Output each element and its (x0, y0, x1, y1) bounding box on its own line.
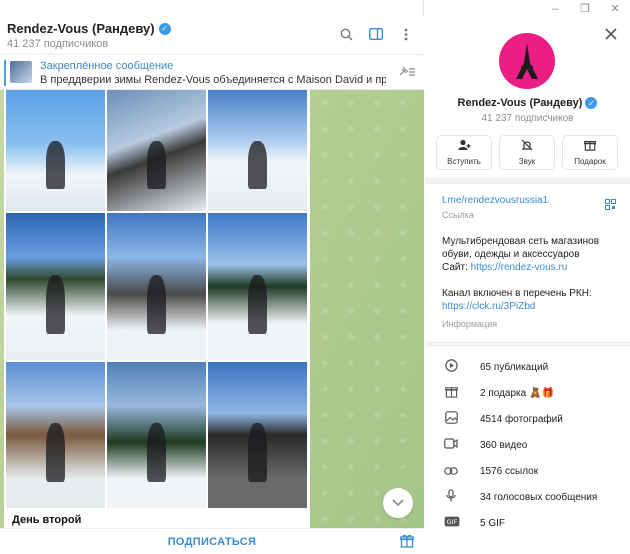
chat-background: День второй (0, 90, 424, 528)
more-icon[interactable] (398, 26, 414, 42)
media-row-label: 5 GIF (480, 517, 506, 529)
info-label: Информация (442, 319, 498, 329)
album-photo[interactable] (208, 213, 307, 360)
media-row-links[interactable]: 1576 ссылок (425, 458, 630, 484)
gift-button[interactable]: Подарок (562, 135, 618, 170)
media-row-photos[interactable]: 4514 фотографий (425, 406, 630, 432)
channel-description: Мультибрендовая сеть магазинов обуви, од… (442, 235, 622, 313)
media-row-videos[interactable]: 360 видео (425, 432, 630, 458)
window-close-button[interactable]: ✕ (600, 0, 630, 17)
profile-info-card: t.me/rendezvousrussia1 Ссылка Мультибрен… (425, 184, 630, 341)
media-row-label: 2 подарка 🧸🎁 (480, 387, 554, 399)
media-row-posts[interactable]: 65 публикаций (425, 354, 630, 380)
media-row-label: 34 голосовых сообщения (480, 491, 598, 503)
pin-list-icon[interactable] (398, 65, 416, 80)
album-photo[interactable] (6, 90, 105, 211)
qr-code-icon[interactable] (605, 199, 616, 213)
verified-icon: ✓ (585, 97, 598, 109)
album-photo[interactable] (107, 362, 206, 508)
gift-icon (444, 385, 458, 401)
media-row-label: 360 видео (480, 439, 528, 451)
gift-label: Подарок (574, 157, 606, 166)
site-link[interactable]: https://rendez-vous.ru (471, 262, 568, 273)
header-actions (338, 26, 414, 42)
avatar[interactable] (499, 33, 555, 89)
photo-icon (444, 411, 458, 427)
mute-label: Звук (518, 157, 536, 166)
verified-icon: ✓ (158, 22, 171, 35)
sidebar-toggle-icon[interactable] (368, 26, 384, 42)
chat-title: Rendez-Vous (Рандеву) ✓ (7, 21, 171, 36)
chevron-down-icon (392, 496, 404, 510)
album-photo[interactable] (6, 362, 105, 508)
gif-icon: GIF (444, 516, 460, 530)
profile-header-card: Rendez-Vous (Рандеву) ✓ 41 237 подписчик… (425, 17, 630, 178)
maximize-button[interactable]: ❐ (570, 0, 600, 17)
chat-header[interactable]: Rendez-Vous (Рандеву) ✓ 41 237 подписчик… (0, 17, 424, 55)
mute-icon (521, 139, 533, 153)
profile-subscriber-count: 41 237 подписчиков (481, 113, 574, 124)
album-photo[interactable] (6, 213, 105, 360)
gift-icon[interactable] (400, 534, 414, 551)
bottom-bar: ПОДПИСАТЬСЯ (0, 528, 424, 554)
profile-name: Rendez-Vous (Рандеву) ✓ (425, 97, 630, 109)
media-row-gifts[interactable]: 2 подарка 🧸🎁 (425, 380, 630, 406)
pinned-thumbnail (10, 61, 32, 83)
photo-album (6, 90, 307, 508)
subscribe-button[interactable]: ПОДПИСАТЬСЯ (0, 536, 424, 548)
scroll-down-button[interactable] (383, 488, 413, 518)
join-button[interactable]: Вступить (436, 135, 492, 170)
album-photo[interactable] (208, 362, 307, 508)
window-controls: – ❐ ✕ (430, 0, 630, 17)
pinned-text: В преддверии зимы Rendez-Vous объединяет… (40, 74, 386, 86)
pinned-bar (4, 60, 6, 86)
album-photo[interactable] (107, 213, 206, 360)
media-row-label: 4514 фотографий (480, 413, 563, 425)
rkn-link[interactable]: https://clck.ru/3PiZbd (442, 300, 622, 313)
pinned-message[interactable]: Закреплённое сообщение В преддверии зимы… (0, 56, 424, 90)
profile-name-text: Rendez-Vous (Рандеву) (457, 97, 583, 109)
link-icon (444, 464, 458, 478)
media-row-voice[interactable]: 34 голосовых сообщения (425, 484, 630, 510)
media-row-label: 65 публикаций (480, 361, 549, 373)
media-row-gif[interactable]: GIF 5 GIF (425, 510, 630, 536)
chat-title-text: Rendez-Vous (Рандеву) (7, 21, 155, 36)
media-row-label: 1576 ссылок (480, 465, 539, 477)
eiffel-tower-icon (516, 43, 538, 79)
album-photo[interactable] (208, 90, 307, 211)
gift-icon (584, 139, 596, 153)
search-icon[interactable] (338, 26, 354, 42)
media-card: 65 публикаций 2 подарка 🧸🎁 4514 фотограф… (425, 347, 630, 554)
chat-pane: Rendez-Vous (Рандеву) ✓ 41 237 подписчик… (0, 0, 424, 554)
profile-actions: Вступить Звук Подарок (436, 135, 618, 170)
mic-icon (444, 489, 458, 505)
message-caption: День второй (12, 514, 82, 526)
chat-subscriber-count: 41 237 подписчиков (7, 38, 109, 50)
profile-panel: Rendez-Vous (Рандеву) ✓ 41 237 подписчик… (425, 17, 630, 554)
mute-button[interactable]: Звук (499, 135, 555, 170)
channel-link-label: Ссылка (442, 210, 474, 220)
join-icon (458, 139, 471, 153)
join-label: Вступить (447, 157, 481, 166)
minimize-button[interactable]: – (540, 0, 570, 17)
video-icon (444, 438, 458, 452)
close-icon[interactable] (605, 27, 617, 45)
svg-text:GIF: GIF (447, 518, 458, 526)
channel-link[interactable]: t.me/rendezvousrussia1 (442, 195, 548, 206)
pinned-title: Закреплённое сообщение (40, 60, 174, 72)
message-bubble[interactable]: День второй (4, 90, 310, 528)
album-photo[interactable] (107, 90, 206, 211)
posts-icon (444, 359, 458, 375)
